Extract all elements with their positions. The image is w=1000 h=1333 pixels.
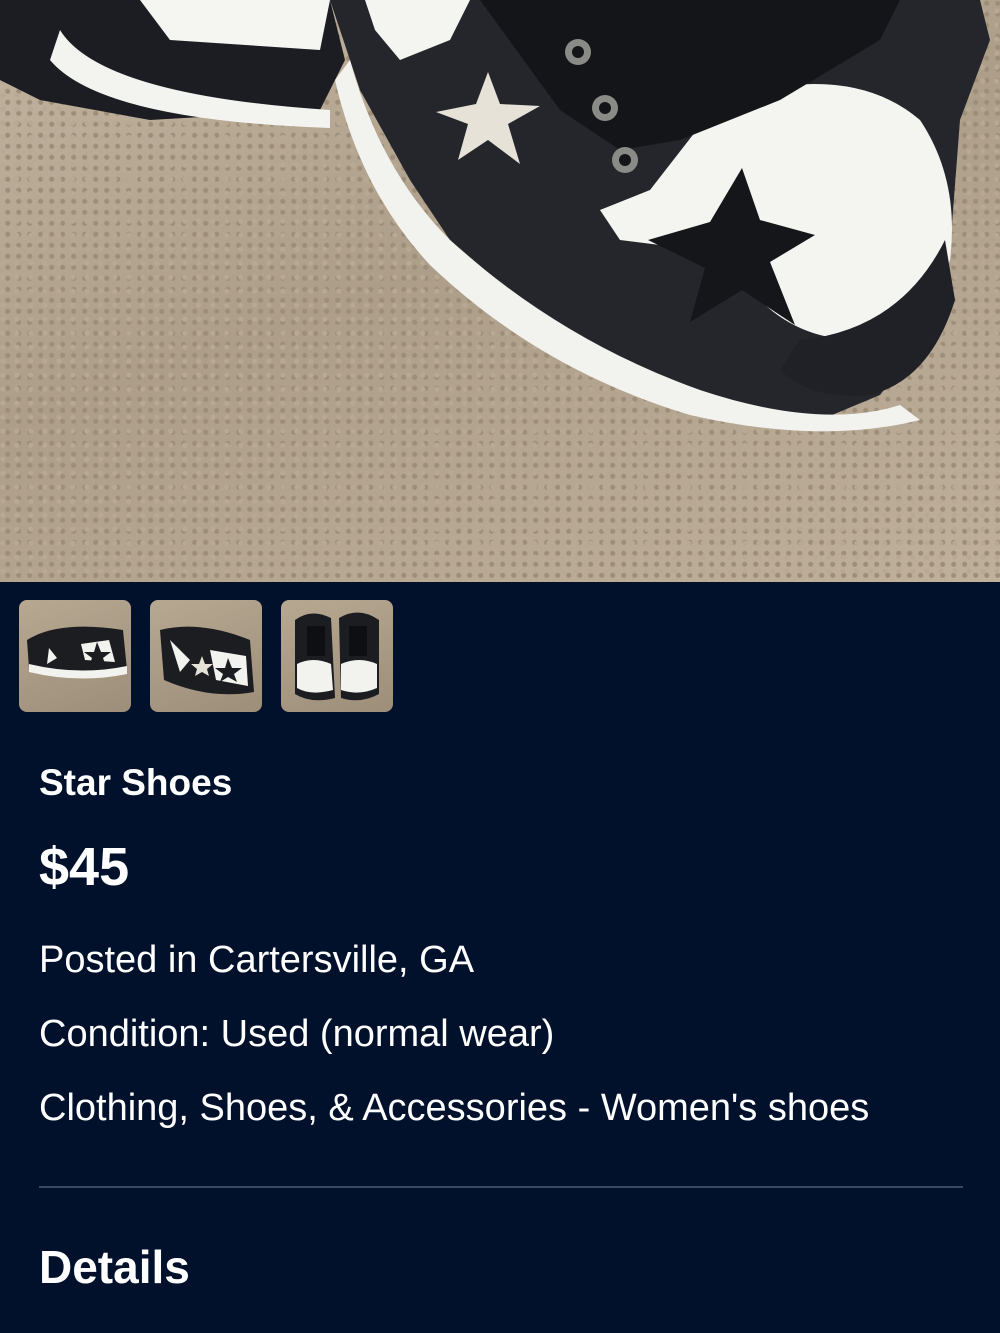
details-heading: Details <box>39 1241 190 1293</box>
main-product-photo[interactable] <box>0 0 1000 582</box>
section-divider <box>39 1186 963 1188</box>
listing-condition: Condition: Used (normal wear) <box>39 1013 555 1055</box>
thumbnail-3-image <box>295 612 379 701</box>
thumbnail-2[interactable] <box>150 600 262 712</box>
listing-location: Posted in Cartersville, GA <box>39 939 475 981</box>
sneaker-illustration <box>0 0 990 432</box>
thumbnail-3[interactable] <box>281 600 393 712</box>
thumbnail-1[interactable] <box>19 600 131 712</box>
listing-price: $45 <box>39 837 130 897</box>
thumbnail-strip <box>19 600 393 712</box>
listing-category[interactable]: Clothing, Shoes, & Accessories - Women's… <box>39 1087 869 1130</box>
listing-title: Star Shoes <box>39 762 233 803</box>
thumbnail-2-image <box>160 626 254 695</box>
thumbnail-1-image <box>27 626 127 679</box>
